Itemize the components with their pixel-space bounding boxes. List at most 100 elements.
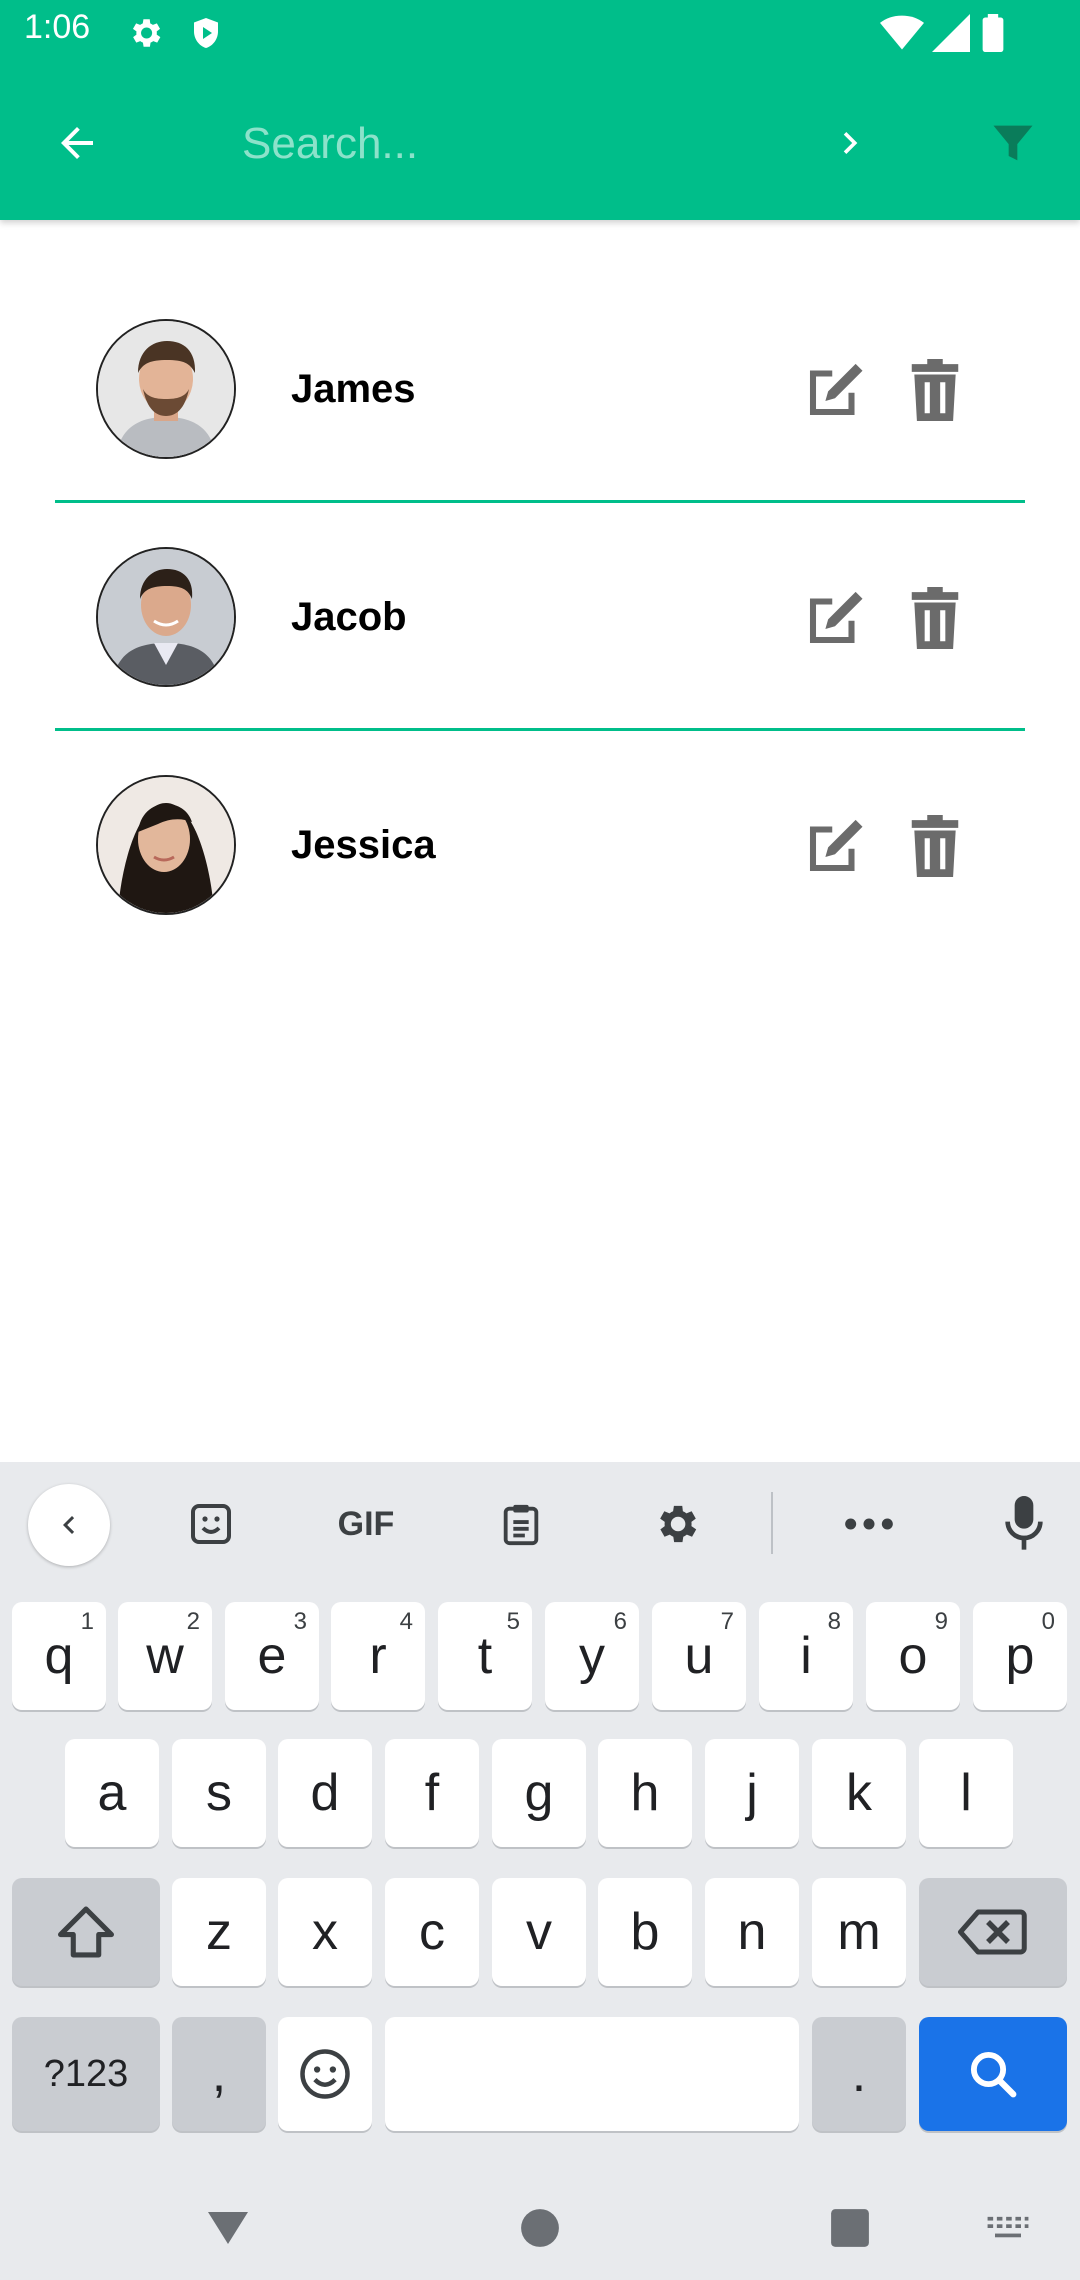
soft-keyboard: GIF q1 w2 e3 r4 t5 y6 u7 i8 o9 p0 a s d … (0, 1462, 1080, 2280)
space-key[interactable] (385, 2017, 799, 2131)
contact-name: Jessica (291, 823, 436, 867)
shift-key[interactable] (12, 1878, 160, 1986)
mic-icon[interactable] (984, 1484, 1064, 1564)
key-label: n (737, 1903, 767, 1961)
key-o[interactable]: o9 (866, 1602, 960, 1710)
key-hint: 4 (399, 1608, 413, 1635)
key-hint: 0 (1041, 1608, 1055, 1635)
keyboard-hide-icon[interactable] (978, 2198, 1038, 2258)
more-icon[interactable] (829, 1484, 909, 1564)
emoji-icon (300, 2049, 350, 2099)
key-l[interactable]: l (919, 1739, 1013, 1847)
contact-card[interactable]: Jessica (55, 731, 1025, 956)
battery-icon (982, 14, 1004, 57)
trash-icon[interactable] (900, 811, 970, 881)
key-w[interactable]: w2 (118, 1602, 212, 1710)
search-input[interactable] (240, 110, 784, 178)
key-v[interactable]: v (492, 1878, 586, 1986)
sticker-icon[interactable] (171, 1484, 251, 1564)
key-label: s (206, 1764, 232, 1822)
symbols-key[interactable]: ?123 (12, 2017, 160, 2131)
key-hint: 5 (506, 1608, 520, 1635)
chevron-right-icon[interactable] (815, 108, 885, 178)
key-a[interactable]: a (65, 1739, 159, 1847)
emoji-key[interactable] (278, 2017, 372, 2131)
key-hint: 1 (80, 1608, 94, 1635)
nav-recents-icon[interactable] (820, 2198, 880, 2258)
key-f[interactable]: f (385, 1739, 479, 1847)
key-label: c (419, 1903, 445, 1961)
key-label: p (1005, 1627, 1035, 1685)
key-label: q (44, 1627, 74, 1685)
key-label: l (960, 1764, 972, 1822)
search-icon (970, 2051, 1017, 2098)
avatar (96, 547, 236, 687)
contact-name: Jacob (291, 595, 407, 639)
nav-back-icon[interactable] (198, 2198, 258, 2258)
key-k[interactable]: k (812, 1739, 906, 1847)
back-arrow-icon[interactable] (42, 108, 112, 178)
key-y[interactable]: y6 (545, 1602, 639, 1710)
key-n[interactable]: n (705, 1878, 799, 1986)
gif-icon[interactable]: GIF (324, 1484, 408, 1564)
wifi-icon (880, 14, 924, 57)
settings-icon (126, 14, 164, 57)
contact-card[interactable]: Jacob (55, 503, 1025, 731)
contact-card[interactable]: James (55, 275, 1025, 503)
key-h[interactable]: h (598, 1739, 692, 1847)
key-label: . (851, 2045, 867, 2103)
key-label: a (97, 1764, 127, 1822)
key-b[interactable]: b (598, 1878, 692, 1986)
settings-icon[interactable] (636, 1484, 716, 1564)
key-hint: 7 (720, 1608, 734, 1635)
key-label: u (684, 1627, 714, 1685)
key-label: b (630, 1903, 660, 1961)
key-label: y (579, 1627, 605, 1685)
key-u[interactable]: u7 (652, 1602, 746, 1710)
key-p[interactable]: p0 (973, 1602, 1067, 1710)
key-q[interactable]: q1 (12, 1602, 106, 1710)
key-t[interactable]: t5 (438, 1602, 532, 1710)
key-e[interactable]: e3 (225, 1602, 319, 1710)
key-hint: 9 (934, 1608, 948, 1635)
key-s[interactable]: s (172, 1739, 266, 1847)
key-d[interactable]: d (278, 1739, 372, 1847)
backspace-key[interactable] (919, 1878, 1067, 1986)
trash-icon[interactable] (900, 355, 970, 425)
status-bar: 1:06 (0, 0, 1080, 66)
key-hint: 8 (827, 1608, 841, 1635)
key-i[interactable]: i8 (759, 1602, 853, 1710)
edit-icon[interactable] (800, 811, 870, 881)
divider (771, 1492, 773, 1554)
key-label: z (206, 1903, 232, 1961)
keyboard-suggestion-bar: GIF (0, 1462, 1080, 1582)
comma-key[interactable]: , (172, 2017, 266, 2131)
contact-list: James Jacob Jessica (55, 275, 1025, 956)
key-j[interactable]: j (705, 1739, 799, 1847)
search-key[interactable] (919, 2017, 1067, 2131)
key-x[interactable]: x (278, 1878, 372, 1986)
chevron-left-icon[interactable] (28, 1484, 110, 1566)
system-nav-bar (0, 2176, 1080, 2280)
key-r[interactable]: r4 (331, 1602, 425, 1710)
avatar (96, 775, 236, 915)
signal-icon (932, 14, 970, 57)
filter-icon[interactable] (978, 108, 1048, 178)
edit-icon[interactable] (800, 583, 870, 653)
clipboard-icon[interactable] (481, 1484, 561, 1564)
key-label: k (846, 1764, 872, 1822)
period-key[interactable]: . (812, 2017, 906, 2131)
key-label: r (369, 1627, 387, 1685)
nav-home-icon[interactable] (510, 2198, 570, 2258)
key-label: , (211, 2045, 227, 2103)
gif-label: GIF (337, 1504, 395, 1543)
key-g[interactable]: g (492, 1739, 586, 1847)
key-z[interactable]: z (172, 1878, 266, 1986)
edit-icon[interactable] (800, 355, 870, 425)
key-label: i (800, 1627, 812, 1685)
key-c[interactable]: c (385, 1878, 479, 1986)
avatar (96, 319, 236, 459)
key-label: w (146, 1627, 184, 1685)
key-m[interactable]: m (812, 1878, 906, 1986)
trash-icon[interactable] (900, 583, 970, 653)
